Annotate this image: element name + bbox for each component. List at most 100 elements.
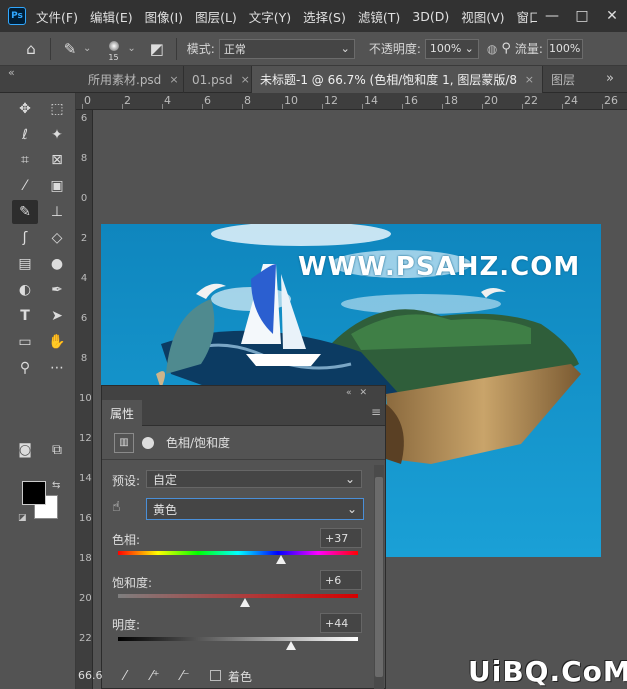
ruler-tick — [482, 104, 483, 109]
home-icon[interactable]: ⌂ — [18, 36, 44, 62]
lightness-slider-thumb[interactable] — [285, 641, 296, 650]
zoom-tool-icon[interactable]: ⚲ — [12, 356, 38, 380]
channel-select[interactable]: 黄色 ⌄ — [146, 498, 364, 520]
opacity-field[interactable]: 100% ⌄ — [424, 38, 479, 59]
marquee-tool-icon[interactable]: ⬚ — [44, 97, 70, 121]
maximize-icon[interactable]: □ — [567, 0, 597, 32]
tab-01-psd[interactable]: 01.psd × — [184, 66, 252, 93]
crop-tool-icon[interactable]: ⌗ — [12, 148, 38, 172]
hue-slider-track[interactable] — [118, 551, 358, 555]
preset-label: 预设: — [112, 474, 141, 488]
close-icon[interactable]: × — [241, 73, 250, 86]
tab-untitled-1[interactable]: 未标题-1 @ 66.7% (色相/饱和度 1, 图层蒙版/8) * × — [252, 66, 543, 93]
panel-menu-icon[interactable]: ≡ — [371, 405, 381, 419]
more-tabs-icon[interactable]: » — [606, 71, 614, 86]
colorize-label: 着色 — [228, 670, 253, 684]
menu-filter[interactable]: 滤镜(T) — [358, 7, 400, 26]
ruler-tick — [122, 104, 123, 109]
scrollbar-thumb[interactable] — [375, 477, 383, 677]
menu-image[interactable]: 图像(I) — [145, 7, 183, 26]
foreground-color-swatch[interactable] — [22, 481, 46, 505]
tab-layers[interactable]: 图层 — [543, 66, 589, 93]
ruler-label: 20 — [79, 593, 92, 604]
divider — [50, 37, 51, 60]
brush-preset-picker[interactable]: 15 — [101, 36, 127, 62]
ruler-tool-icon[interactable]: ▣ — [44, 174, 70, 198]
colorize-checkbox[interactable] — [210, 670, 221, 681]
flow-field[interactable]: 100% — [546, 38, 583, 59]
brush-settings-icon[interactable]: ◩ — [144, 36, 170, 62]
close-icon[interactable]: × — [169, 73, 178, 86]
quick-mask-icon[interactable]: ◙ — [12, 438, 38, 462]
properties-tab-row: 属性 ≡ — [102, 400, 385, 426]
menu-view[interactable]: 视图(V) — [461, 7, 504, 26]
more-tools-icon[interactable]: ⋯ — [44, 356, 70, 380]
adjustment-layer-icon[interactable]: ▥ — [114, 432, 134, 453]
ruler-tick — [562, 104, 563, 109]
menu-edit[interactable]: 编辑(E) — [90, 7, 133, 26]
preset-select[interactable]: 自定 ⌄ — [146, 470, 362, 488]
hand-tool-icon[interactable]: ✋ — [44, 330, 70, 354]
default-colors-icon[interactable]: ◪ — [18, 513, 27, 523]
hue-value-field[interactable]: +37 — [320, 528, 362, 548]
zoom-level[interactable]: 66.6 — [78, 669, 103, 682]
rectangle-tool-icon[interactable]: ▭ — [12, 330, 38, 354]
chevron-down-icon[interactable]: ⌄ — [83, 43, 91, 54]
eraser-tool-icon[interactable]: ◇ — [44, 226, 70, 250]
eyedropper-tool-icon[interactable]: ⁄ — [12, 174, 38, 198]
screen-mode-icon[interactable]: ⧉ — [44, 438, 70, 462]
minimize-icon[interactable]: — — [537, 0, 567, 32]
menu-type[interactable]: 文字(Y) — [249, 7, 291, 26]
pen-tool-icon[interactable]: ✒ — [44, 278, 70, 302]
eyedropper-minus-icon[interactable]: ⁄⁻ — [174, 666, 196, 686]
vertical-ruler: 6 8 0 2 4 6 8 10 12 14 16 18 20 22 — [76, 110, 93, 689]
mode-label: 模式: — [186, 42, 215, 56]
close-window-icon[interactable]: ✕ — [597, 0, 627, 32]
document-tabs: « 所用素材.psd × 01.psd × 未标题-1 @ 66.7% (色相/… — [0, 66, 627, 93]
saturation-value-field[interactable]: +6 — [320, 570, 362, 590]
path-select-icon[interactable]: ➤ — [44, 304, 70, 328]
saturation-slider-thumb[interactable] — [240, 598, 251, 607]
pressure-opacity-icon[interactable]: ◍ — [487, 42, 497, 56]
swap-colors-icon[interactable]: ⇆ — [52, 480, 60, 491]
mode-select[interactable]: 正常 ⌄ — [218, 38, 355, 59]
blur-tool-icon[interactable]: ● — [44, 252, 70, 276]
collapse-icon[interactable]: « — [346, 388, 352, 398]
frame-tool-icon[interactable]: ⊠ — [44, 148, 70, 172]
lightness-slider-track[interactable] — [118, 637, 358, 641]
type-tool-icon[interactable]: T — [12, 304, 38, 328]
brush-tool-icon[interactable]: ✎ — [57, 36, 83, 62]
ruler-label: 6 — [204, 94, 211, 107]
eyedropper-plus-icon[interactable]: ⁄⁺ — [144, 666, 166, 686]
menu-layer[interactable]: 图层(L) — [195, 7, 237, 26]
magic-wand-icon[interactable]: ✦ — [44, 123, 70, 147]
gradient-tool-icon[interactable]: ▤ — [12, 252, 38, 276]
brush-tool-icon[interactable]: ✎ — [12, 200, 38, 224]
ruler-tick — [282, 104, 283, 109]
eyedropper-icon[interactable]: ⁄ — [114, 666, 136, 686]
dodge-tool-icon[interactable]: ◐ — [12, 278, 38, 302]
hue-slider-thumb[interactable] — [276, 555, 287, 564]
tab-source-material[interactable]: 所用素材.psd × — [80, 66, 184, 93]
menu-file[interactable]: 文件(F) — [36, 7, 78, 26]
tab-properties[interactable]: 属性 — [102, 400, 143, 426]
lightness-value-field[interactable]: +44 — [320, 613, 362, 633]
move-tool-icon[interactable]: ✥ — [12, 97, 38, 121]
targeted-adjustment-icon[interactable]: ☝ — [112, 499, 121, 515]
properties-scrollbar[interactable] — [374, 465, 384, 689]
saturation-slider-track[interactable] — [118, 594, 358, 598]
close-icon[interactable]: × — [525, 73, 534, 86]
site-watermark: UiBQ.CoM — [468, 655, 627, 688]
ruler-tick — [82, 104, 83, 109]
layer-mask-icon[interactable] — [138, 433, 158, 453]
close-icon[interactable]: ✕ — [359, 388, 367, 398]
chevron-down-icon[interactable]: ⌄ — [127, 43, 135, 54]
collapse-toolbar-icon[interactable]: « — [8, 66, 15, 79]
history-brush-icon[interactable]: ʃ — [12, 226, 38, 250]
ruler-label: 14 — [79, 473, 92, 484]
menu-select[interactable]: 选择(S) — [303, 7, 346, 26]
lasso-tool-icon[interactable]: ℓ — [12, 123, 38, 147]
search-icon[interactable]: ⚲ — [501, 41, 511, 56]
stamp-tool-icon[interactable]: ⊥ — [44, 200, 70, 224]
menu-3d[interactable]: 3D(D) — [412, 9, 449, 24]
